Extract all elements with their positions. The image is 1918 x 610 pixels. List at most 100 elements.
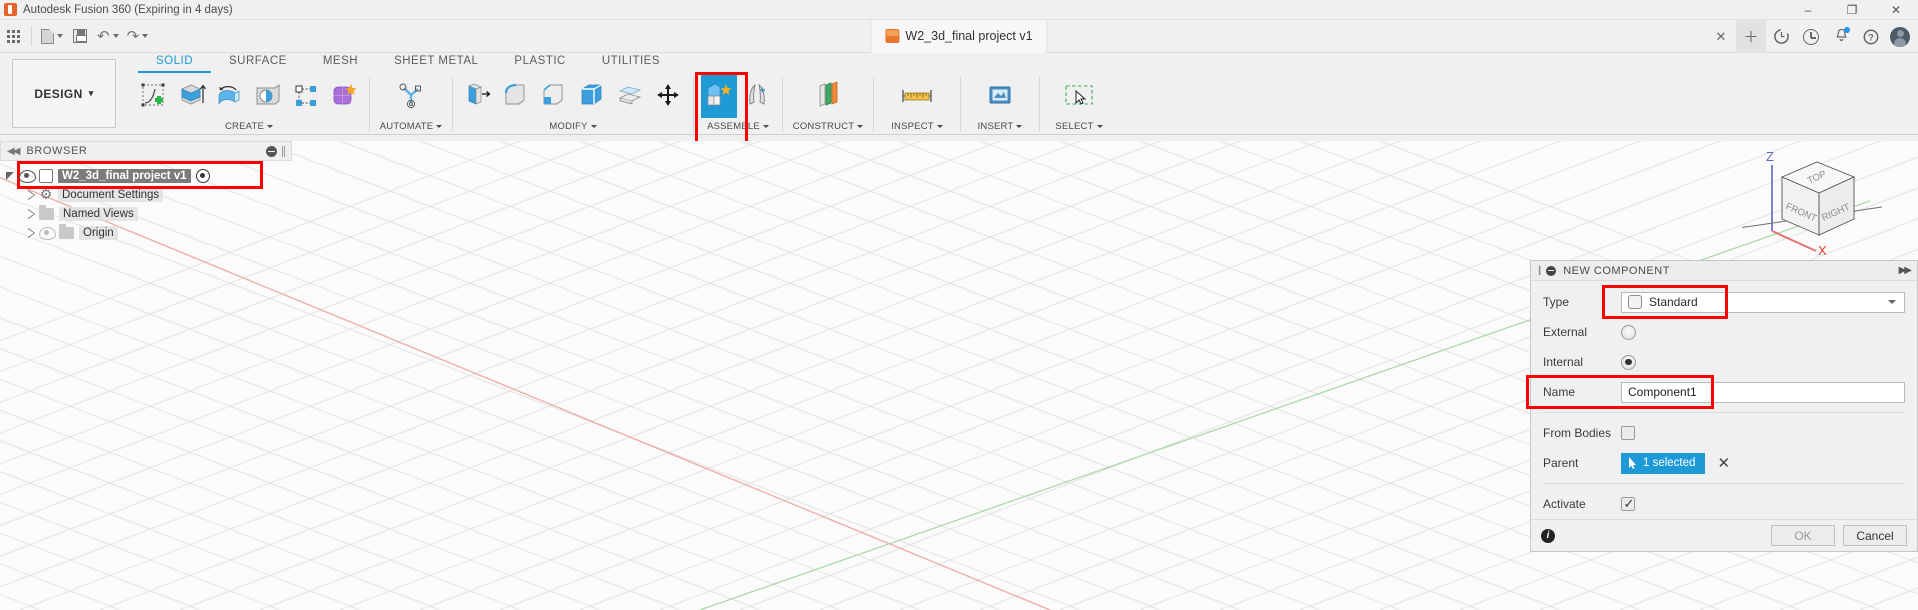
close-button[interactable]: ✕ — [1874, 0, 1918, 20]
fillet-icon[interactable] — [498, 74, 534, 118]
ribbon-group-label-create[interactable]: CREATE — [132, 119, 366, 134]
revolve-icon[interactable] — [212, 74, 248, 118]
expander-open-icon[interactable] — [6, 171, 14, 180]
tree-item-root[interactable]: W2_3d_final project v1 — [0, 166, 292, 185]
extrude-icon[interactable] — [174, 74, 210, 118]
browser-minimize-icon[interactable] — [266, 145, 277, 157]
ribbon-group-label-inspect[interactable]: INSPECT — [877, 119, 957, 134]
visibility-eye-off-icon[interactable] — [39, 227, 56, 240]
new-tab-icon[interactable]: ＋ — [1736, 20, 1766, 53]
press-pull-icon[interactable] — [460, 74, 496, 118]
dialog-minimize-icon[interactable] — [1546, 265, 1557, 276]
type-select-value: Standard — [1649, 295, 1698, 309]
ribbon-group-label-modify[interactable]: MODIFY — [456, 119, 690, 134]
tab-surface[interactable]: SURFACE — [211, 53, 305, 73]
notifications-bell-icon[interactable] — [1826, 20, 1856, 53]
divider — [1543, 412, 1905, 413]
help-icon[interactable]: ? — [1856, 20, 1886, 53]
hole-icon[interactable] — [250, 74, 286, 118]
chevron-down-icon — [590, 125, 597, 128]
workspace-switcher-button[interactable]: DESIGN ▾ — [12, 59, 116, 128]
browser-resize-grip[interactable] — [282, 145, 285, 157]
joint-icon[interactable] — [739, 74, 775, 118]
shell-icon[interactable] — [574, 74, 610, 118]
ok-button[interactable]: OK — [1771, 525, 1835, 546]
field-row-from-bodies: From Bodies — [1531, 418, 1917, 448]
ribbon-group-select: SELECT — [1043, 73, 1115, 134]
chevron-down-icon — [436, 125, 443, 128]
new-component-dialog: || NEW COMPONENT ▶▶ Type Standard Extern… — [1526, 260, 1918, 552]
ribbon-group-label-construct[interactable]: CONSTRUCT — [786, 119, 870, 134]
name-input-value: Component1 — [1628, 385, 1697, 399]
name-input[interactable]: Component1 — [1621, 381, 1905, 403]
expander-closed-icon[interactable] — [28, 227, 35, 238]
divider — [369, 77, 370, 132]
close-tab-icon[interactable]: ✕ — [1706, 20, 1736, 53]
clear-selection-icon[interactable]: ✕ — [1717, 454, 1730, 472]
ribbon-group-label-assemble[interactable]: ASSEMBLE — [697, 119, 779, 134]
ribbon-group-label-insert[interactable]: INSERT — [964, 119, 1036, 134]
minimize-button[interactable]: – — [1786, 0, 1830, 20]
ribbon-group-label-automate[interactable]: AUTOMATE — [373, 119, 449, 134]
move-copy-icon[interactable] — [650, 74, 686, 118]
chevron-down-icon: ▾ — [88, 88, 94, 98]
offset-face-icon[interactable] — [612, 74, 648, 118]
field-row-internal: Internal — [1531, 347, 1917, 377]
dialog-drag-grip[interactable]: || — [1538, 265, 1542, 276]
divider — [1039, 77, 1040, 132]
tree-item-origin[interactable]: Origin — [0, 223, 292, 242]
view-cube[interactable]: Z X TOP FRONT RIGHT — [1731, 147, 1883, 258]
activate-checkbox[interactable] — [1621, 496, 1635, 512]
measure-icon[interactable] — [899, 74, 935, 118]
component-icon — [39, 168, 53, 183]
tree-item-document-settings[interactable]: ⚙ Document Settings — [0, 185, 292, 204]
folder-icon — [39, 204, 54, 220]
tab-mesh[interactable]: MESH — [305, 53, 376, 73]
activate-label: Activate — [1543, 497, 1586, 511]
tab-solid[interactable]: SOLID — [138, 53, 212, 73]
tab-utilities[interactable]: UTILITIES — [584, 53, 678, 73]
user-avatar[interactable] — [1890, 26, 1910, 47]
new-component-icon[interactable] — [701, 74, 737, 118]
job-status-clock-icon[interactable] — [1796, 20, 1826, 53]
external-radio[interactable] — [1621, 324, 1636, 340]
window-title: Autodesk Fusion 360 (Expiring in 4 days) — [23, 3, 233, 16]
folder-icon — [59, 223, 74, 239]
tab-plastic[interactable]: PLASTIC — [496, 53, 583, 73]
offset-plane-icon[interactable] — [810, 74, 846, 118]
create-form-icon[interactable] — [326, 74, 362, 118]
ribbon-group-label-select[interactable]: SELECT — [1043, 119, 1115, 134]
create-sketch-icon[interactable] — [136, 74, 172, 118]
dialog-expand-icon[interactable]: ▶▶ — [1899, 265, 1912, 276]
select-icon[interactable] — [1061, 74, 1097, 118]
new-document-icon[interactable] — [37, 20, 67, 53]
visibility-eye-icon[interactable] — [19, 170, 36, 183]
tab-sheet-metal[interactable]: SHEET METAL — [376, 53, 496, 73]
tree-item-named-views[interactable]: Named Views — [0, 204, 292, 223]
document-tab[interactable]: W2_3d_final project v1 — [870, 19, 1048, 53]
maximize-button[interactable]: ❐ — [1830, 0, 1874, 20]
redo-icon[interactable]: ↷ — [123, 20, 153, 53]
app-grid-icon[interactable] — [0, 20, 26, 53]
refresh-icon[interactable] — [1766, 20, 1796, 53]
from-bodies-checkbox[interactable] — [1621, 426, 1635, 440]
type-select[interactable]: Standard — [1621, 291, 1905, 313]
internal-radio[interactable] — [1621, 354, 1636, 370]
rib-pattern-icon[interactable] — [288, 74, 324, 118]
collapse-browser-icon[interactable]: ◀◀ — [7, 146, 20, 157]
parent-selection-button[interactable]: 1 selected — [1621, 452, 1706, 474]
automated-modeling-icon[interactable] — [393, 74, 429, 118]
ribbon-group-construct: CONSTRUCT — [786, 73, 870, 134]
activate-radio-icon[interactable] — [195, 168, 210, 183]
axis-label-x: X — [1818, 243, 1827, 257]
info-icon[interactable]: i — [1541, 528, 1555, 543]
expander-closed-icon[interactable] — [28, 208, 35, 219]
parent-selection-label: 1 selected — [1643, 457, 1696, 469]
insert-mcmaster-icon[interactable] — [982, 74, 1018, 118]
cursor-icon — [1629, 457, 1636, 469]
save-icon[interactable] — [67, 20, 93, 53]
expander-closed-icon[interactable] — [28, 189, 35, 200]
undo-icon[interactable]: ↶ — [93, 20, 123, 53]
cancel-button[interactable]: Cancel — [1843, 525, 1907, 546]
chamfer-icon[interactable] — [536, 74, 572, 118]
